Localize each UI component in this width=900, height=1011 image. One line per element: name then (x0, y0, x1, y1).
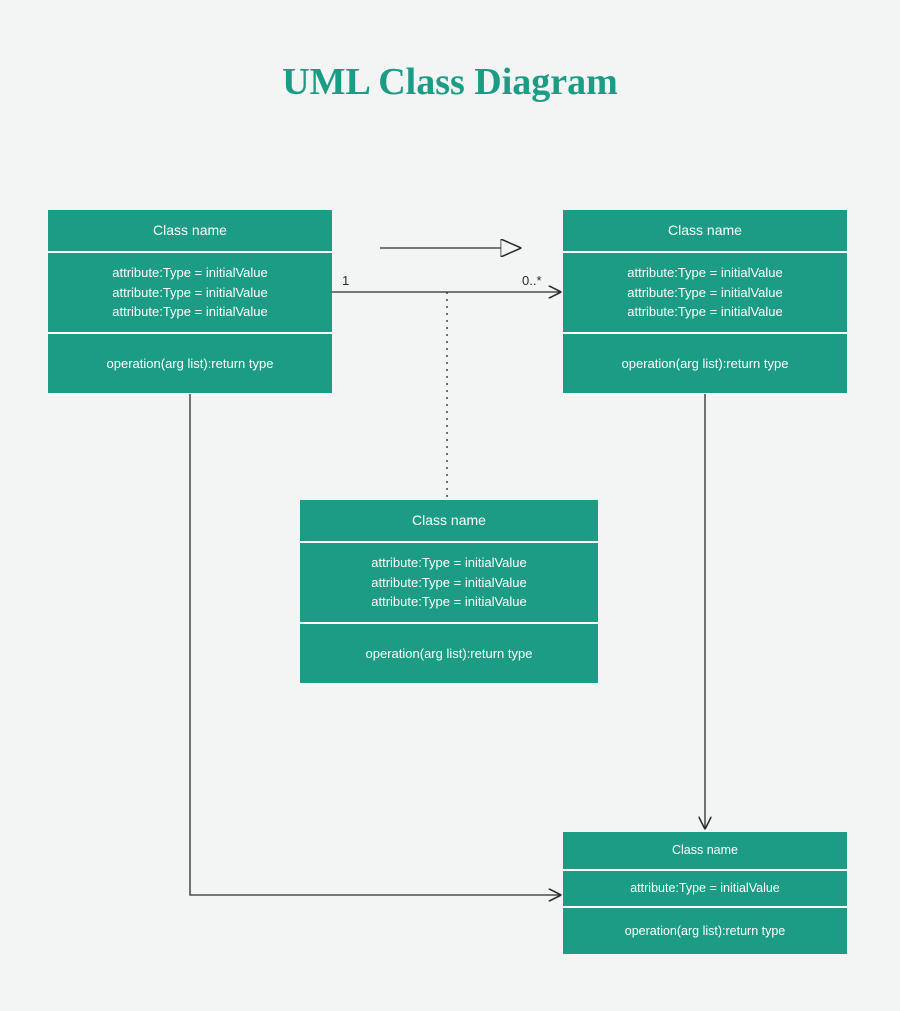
class-operations: operation(arg list):return type (48, 334, 332, 394)
class-name: Class name (563, 832, 847, 871)
attribute-row: attribute:Type = initialValue (312, 592, 586, 612)
class-operations: operation(arg list):return type (563, 908, 847, 955)
multiplicity-left: 1 (342, 273, 349, 288)
uml-class-1: Class name attribute:Type = initialValue… (48, 210, 332, 393)
diagram-title: UML Class Diagram (0, 60, 900, 104)
class-attributes: attribute:Type = initialValue attribute:… (300, 543, 598, 624)
class-attributes: attribute:Type = initialValue (563, 871, 847, 908)
uml-class-3: Class name attribute:Type = initialValue… (300, 500, 598, 683)
class-attributes: attribute:Type = initialValue attribute:… (563, 253, 847, 334)
uml-class-2: Class name attribute:Type = initialValue… (563, 210, 847, 393)
attribute-row: attribute:Type = initialValue (575, 263, 835, 283)
class-operations: operation(arg list):return type (563, 334, 847, 394)
attribute-row: attribute:Type = initialValue (60, 283, 320, 303)
class-name: Class name (48, 210, 332, 253)
multiplicity-right: 0..* (522, 273, 542, 288)
attribute-row: attribute:Type = initialValue (312, 553, 586, 573)
uml-class-4: Class name attribute:Type = initialValue… (563, 832, 847, 954)
attribute-row: attribute:Type = initialValue (573, 879, 837, 898)
attribute-row: attribute:Type = initialValue (312, 573, 586, 593)
attribute-row: attribute:Type = initialValue (60, 302, 320, 322)
class-operations: operation(arg list):return type (300, 624, 598, 684)
attribute-row: attribute:Type = initialValue (575, 283, 835, 303)
attribute-row: attribute:Type = initialValue (575, 302, 835, 322)
class-name: Class name (300, 500, 598, 543)
attribute-row: attribute:Type = initialValue (60, 263, 320, 283)
class-name: Class name (563, 210, 847, 253)
class-attributes: attribute:Type = initialValue attribute:… (48, 253, 332, 334)
